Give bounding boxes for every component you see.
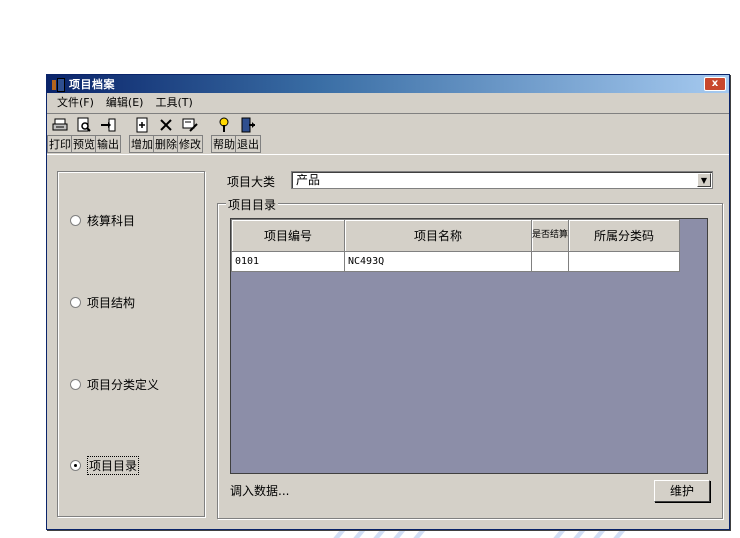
table-row[interactable]: 0101 NC493Q [231,251,680,272]
menu-tools[interactable]: 工具(T) [149,94,198,110]
add-label: 增加 [129,135,155,153]
window-title: 项目档案 [69,78,115,91]
radio-button[interactable] [70,297,81,308]
chevron-down-icon[interactable]: ▼ [697,173,711,187]
maintain-button[interactable]: 维护 [654,480,710,502]
radio-button[interactable] [70,215,81,226]
project-archive-window: 项目档案 x 文件(F) 编辑(E) 工具(T) 打印 预览 输出 增加 删除 [46,74,730,530]
category-dropdown[interactable]: 产品 ▼ [291,171,713,189]
radio-project-directory[interactable]: 项目目录 [70,456,140,475]
delete-button[interactable]: 删除 [153,117,179,154]
radio-button-selected[interactable] [70,460,81,471]
status-text: 调入数据... [230,484,290,498]
printer-icon [52,118,68,131]
edit-button[interactable]: 修改 [177,117,203,154]
books-icon [51,77,65,92]
preview-button[interactable]: 预览 [71,117,97,154]
cell-class-code[interactable] [568,251,680,272]
radio-label: 项目目录 [87,456,140,475]
close-button[interactable]: x [704,77,726,91]
exit-icon [241,117,255,133]
cell-code[interactable]: 0101 [231,251,345,272]
cell-settled[interactable] [531,251,569,272]
column-header-settled[interactable]: 是否结算 [531,219,569,252]
radio-label: 项目分类定义 [87,378,160,392]
menu-edit[interactable]: 编辑(E) [100,94,150,110]
export-icon [101,118,116,132]
menu-file[interactable]: 文件(F) [51,94,100,110]
radio-project-class-definition[interactable]: 项目分类定义 [70,376,159,393]
column-header-class-code[interactable]: 所属分类码 [568,219,680,252]
category-value: 产品 [296,173,321,187]
delete-label: 删除 [153,135,179,153]
category-label: 项目大类 [227,175,276,189]
radio-label: 核算科目 [87,214,136,228]
menu-bar: 文件(F) 编辑(E) 工具(T) [47,93,729,111]
category-row: 项目大类 [227,173,275,190]
add-button[interactable]: 增加 [129,117,155,154]
radio-project-structure[interactable]: 项目结构 [70,294,135,311]
add-icon [136,117,148,133]
table-header-row: 项目编号 项目名称 是否结算 所属分类码 [231,219,680,252]
edit-label: 修改 [177,135,203,153]
title-bar[interactable]: 项目档案 x [47,75,729,93]
exit-label: 退出 [235,135,261,153]
export-label: 输出 [95,135,121,153]
help-icon [219,117,229,132]
delete-icon [160,119,172,131]
project-directory-group: 项目目录 项目编号 项目名称 是否结算 所属分类码 0101 NC493Q 调入… [217,196,723,519]
print-label: 打印 [47,135,73,153]
project-table: 项目编号 项目名称 是否结算 所属分类码 0101 NC493Q [231,219,680,272]
radio-label: 项目结构 [87,296,136,310]
export-button[interactable]: 输出 [95,117,121,154]
radio-button[interactable] [70,379,81,390]
column-header-code[interactable]: 项目编号 [231,219,345,252]
preview-label: 预览 [71,135,97,153]
help-label: 帮助 [211,135,237,153]
print-button[interactable]: 打印 [47,117,73,154]
help-button[interactable]: 帮助 [211,117,237,154]
group-title: 项目目录 [226,196,279,213]
toolbar: 打印 预览 输出 增加 删除 修改 帮助 退出 [47,113,729,155]
view-selector-panel: 核算科目 项目结构 项目分类定义 项目目录 [57,171,205,517]
project-content-area: 项目大类 产品 ▼ 项目目录 项目编号 项目名称 是否结算 所属分类码 0101… [215,163,725,523]
radio-accounting-subject[interactable]: 核算科目 [70,212,135,229]
exit-button[interactable]: 退出 [235,117,261,154]
preview-icon [77,117,91,132]
column-header-name[interactable]: 项目名称 [344,219,532,252]
edit-icon [182,118,198,132]
cell-name[interactable]: NC493Q [344,251,532,272]
project-grid[interactable]: 项目编号 项目名称 是否结算 所属分类码 0101 NC493Q [230,218,708,474]
